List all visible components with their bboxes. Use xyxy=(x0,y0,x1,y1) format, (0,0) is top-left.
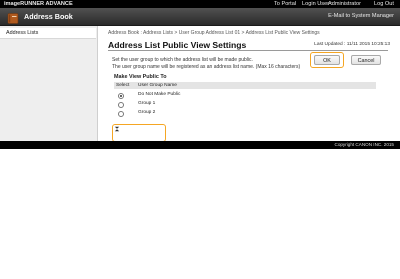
row-label: Group 2 xyxy=(138,110,156,115)
logout-link[interactable]: Log Out xyxy=(374,0,394,8)
app-title: Address Book xyxy=(24,12,73,21)
sidebar: Address Lists xyxy=(0,26,98,141)
section-label: Make View Public To xyxy=(114,74,167,80)
row-label: Group 1 xyxy=(138,101,156,106)
group-highlight xyxy=(112,124,166,142)
ok-button[interactable]: OK xyxy=(314,55,340,65)
table-header: Select User Group Name xyxy=(114,82,376,89)
table-row: Do Not Make Public xyxy=(114,91,376,99)
breadcrumb: Address Book : Address Lists > User Grou… xyxy=(108,30,320,36)
login-user-name: Administrator xyxy=(328,1,361,7)
cancel-button[interactable]: Cancel xyxy=(351,55,381,65)
to-portal-link[interactable]: To Portal xyxy=(274,0,296,8)
last-updated: Last Updated : 11/11 2015 10:25:13 xyxy=(314,42,390,47)
footer: Copyright CANON INC. 2015 xyxy=(0,141,400,149)
top-bar: imageRUNNER ADVANCE To Portal Login User… xyxy=(0,0,400,8)
title-divider xyxy=(108,50,388,51)
header-user-group-name: User Group Name xyxy=(138,83,177,88)
app-header: Address Book E-Mail to System Manager xyxy=(0,8,400,26)
product-name: imageRUNNER ADVANCE xyxy=(4,1,73,7)
table-row: Group 2 xyxy=(114,109,376,117)
sidebar-item-address-lists[interactable]: Address Lists xyxy=(0,28,96,39)
radio-group-2[interactable] xyxy=(118,110,124,117)
email-system-manager-link[interactable]: E-Mail to System Manager xyxy=(328,13,394,19)
description-line-1: Set the user group to which the address … xyxy=(112,57,253,63)
table-row: Group 1 xyxy=(114,100,376,108)
page-title: Address List Public View Settings xyxy=(108,40,247,50)
row-label: Do Not Make Public xyxy=(138,92,181,97)
radio-do-not-make-public[interactable] xyxy=(118,92,124,99)
copyright: Copyright CANON INC. 2015 xyxy=(334,142,395,147)
description-line-2: The user group name will be registered a… xyxy=(112,64,301,70)
header-select: Select xyxy=(116,83,130,88)
radio-group-1[interactable] xyxy=(118,101,124,108)
